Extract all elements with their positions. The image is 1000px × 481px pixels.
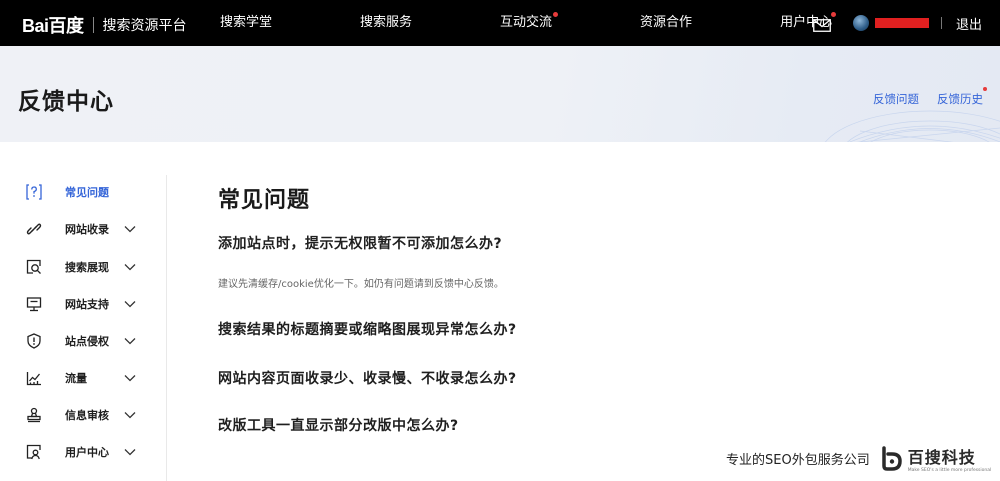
monitor-icon	[26, 297, 42, 312]
faq-question[interactable]: 改版工具一直显示部分改版中怎么办?	[218, 415, 459, 435]
logo-divider	[92, 17, 94, 33]
sidebar-item-label: 网站收录	[65, 223, 109, 236]
link-icon	[26, 223, 42, 235]
sidebar-item-label: 常见问题	[65, 186, 109, 199]
link-label: 反馈问题	[873, 92, 919, 106]
main-nav: 搜索学堂 搜索服务 互动交流 资源合作 用户中心	[210, 0, 910, 46]
chevron-down-icon[interactable]	[124, 263, 136, 271]
top-navigation-bar: Bai百度 搜索资源平台 搜索学堂 搜索服务 互动交流 资源合作 用户中心 退出	[0, 0, 1000, 46]
nav-label: 互动交流	[500, 15, 553, 30]
chevron-down-icon[interactable]	[124, 225, 136, 233]
stamp-icon	[27, 407, 41, 423]
chevron-down-icon[interactable]	[124, 300, 136, 308]
sidebar-item-label: 流量	[65, 372, 87, 385]
brand-tagline: Make SEO's a little more professional	[907, 467, 992, 473]
chevron-down-icon[interactable]	[124, 337, 136, 345]
watermark-text: 专业的SEO外包服务公司	[726, 452, 870, 468]
baisou-logo-icon	[881, 446, 902, 471]
notification-dot	[553, 12, 559, 17]
watermark: 专业的SEO外包服务公司 百搜科技 Make SEO's a little mo…	[726, 443, 991, 473]
watermark-brand: 百搜科技 Make SEO's a little more profession…	[908, 444, 992, 473]
nav-item-resource-cooperation[interactable]: 资源合作	[630, 0, 702, 46]
nav-label: 搜索服务	[360, 15, 413, 30]
nav-item-search-school[interactable]: 搜索学堂	[210, 0, 282, 46]
user-area: 退出	[813, 0, 1000, 46]
sidebar-item-search-display[interactable]: 搜索展现	[0, 255, 166, 279]
notification-dot	[830, 11, 836, 17]
sidebar-item-label: 搜索展现	[65, 261, 109, 274]
nav-item-interaction[interactable]: 互动交流	[490, 0, 562, 46]
sidebar-item-label: 用户中心	[65, 446, 109, 459]
notification-dot	[983, 87, 987, 91]
sidebar-divider	[166, 175, 167, 481]
nav-label: 搜索学堂	[220, 15, 273, 30]
mail-icon[interactable]	[813, 11, 836, 32]
user-search-icon	[26, 444, 41, 460]
sidebar-item-traffic[interactable]: 流量	[0, 366, 166, 390]
sidebar-item-infringement[interactable]: 站点侵权	[0, 329, 166, 353]
faq-question[interactable]: 网站内容页面收录少、收录慢、不收录怎么办?	[218, 368, 517, 388]
link-label: 反馈历史	[937, 92, 983, 106]
page-title: 反馈中心	[18, 89, 114, 115]
banner-links: 反馈问题 反馈历史	[855, 87, 987, 107]
sidebar-item-site-indexing[interactable]: 网站收录	[0, 217, 166, 241]
sidebar-item-faq[interactable]: 常见问题	[0, 180, 166, 204]
chevron-down-icon[interactable]	[124, 448, 136, 456]
sidebar-item-content-review[interactable]: 信息审核	[0, 403, 166, 427]
username-redacted[interactable]	[874, 18, 929, 28]
question-icon	[26, 184, 42, 200]
sidebar-item-site-support[interactable]: 网站支持	[0, 292, 166, 316]
chart-icon	[26, 372, 41, 386]
sidebar-item-label: 站点侵权	[65, 335, 109, 348]
search-display-icon	[26, 259, 41, 274]
brand-name: 百搜科技	[907, 447, 976, 467]
page-banner: 反馈中心 反馈问题 反馈历史	[0, 46, 1000, 142]
faq-question[interactable]: 搜索结果的标题摘要或缩略图展现异常怎么办?	[218, 319, 517, 339]
logout-link[interactable]: 退出	[956, 14, 982, 33]
baidu-logo[interactable]: Bai百度 搜索资源平台	[22, 12, 187, 38]
feedback-issue-link[interactable]: 反馈问题	[864, 91, 919, 107]
chevron-down-icon[interactable]	[124, 374, 136, 382]
nav-label: 资源合作	[640, 15, 693, 30]
divider	[940, 17, 942, 29]
sidebar-item-label: 信息审核	[65, 409, 109, 422]
sidebar-item-label: 网站支持	[65, 298, 109, 311]
chevron-down-icon[interactable]	[124, 411, 136, 419]
faq-answer: 建议先清缓存/cookie优化一下。如仍有问题请到反馈中心反馈。	[218, 279, 504, 290]
platform-name: 搜索资源平台	[102, 18, 187, 34]
avatar[interactable]	[852, 15, 869, 31]
feedback-history-link[interactable]: 反馈历史	[928, 87, 987, 107]
sidebar-item-user-center[interactable]: 用户中心	[0, 440, 166, 464]
logo-mark: Bai百度	[22, 12, 84, 38]
shield-alert-icon	[27, 333, 41, 349]
faq-question[interactable]: 添加站点时，提示无权限暂不可添加怎么办?	[218, 233, 502, 253]
nav-item-search-service[interactable]: 搜索服务	[350, 0, 422, 46]
section-title: 常见问题	[218, 188, 311, 213]
logo-text: Bai百度	[22, 16, 84, 36]
